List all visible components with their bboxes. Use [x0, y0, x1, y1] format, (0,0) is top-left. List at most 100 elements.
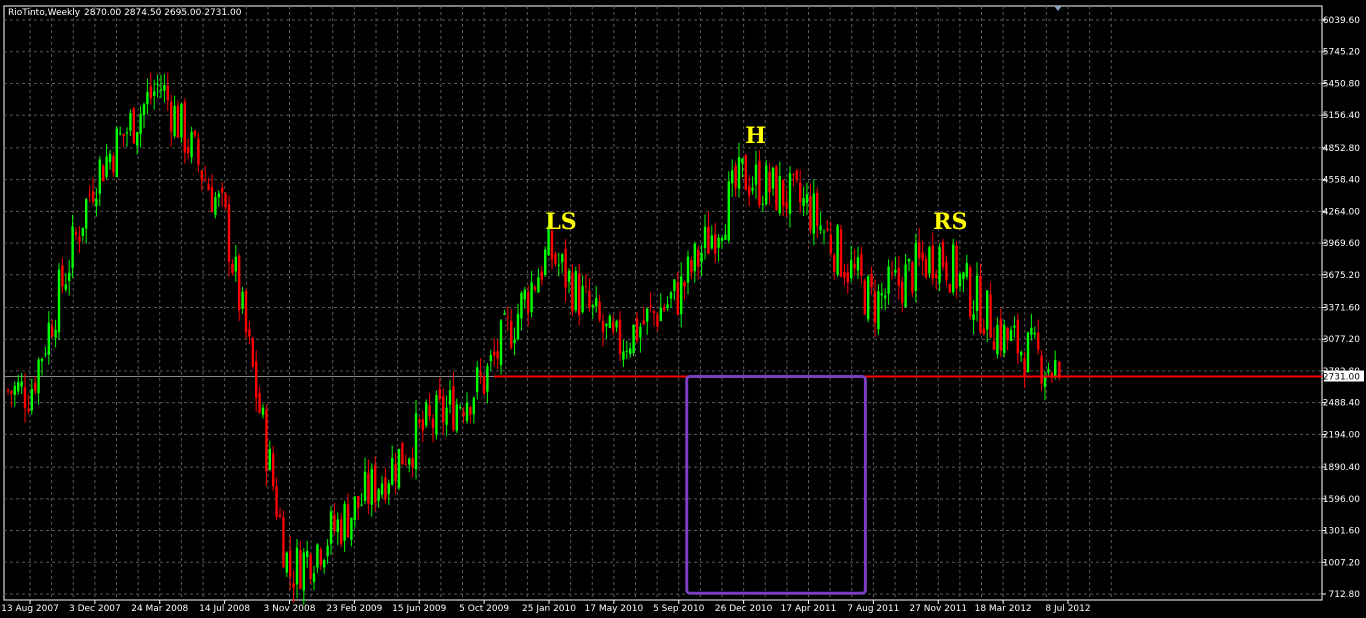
- candle-body: [870, 274, 873, 288]
- y-tick-label: 3077.20: [1323, 335, 1360, 345]
- y-tick-label: 5156.40: [1323, 111, 1360, 121]
- candle-body: [149, 86, 152, 99]
- candle-body: [856, 257, 860, 271]
- candle-body: [1054, 359, 1057, 376]
- candle-body: [159, 89, 163, 91]
- candle-body: [1023, 358, 1026, 377]
- candle-body: [554, 253, 557, 264]
- candle-body: [421, 419, 424, 431]
- candle-body: [445, 407, 448, 425]
- candle-body: [812, 193, 815, 234]
- candle-body: [74, 232, 78, 235]
- candle-body: [319, 549, 322, 566]
- y-tick-label: 3675.20: [1323, 271, 1360, 281]
- candle-body: [61, 265, 64, 287]
- candle-body: [846, 272, 849, 283]
- candle-body: [499, 320, 503, 365]
- candle-body: [241, 291, 244, 309]
- candle-body: [958, 273, 962, 287]
- candle-body: [669, 292, 673, 299]
- candle-body: [748, 186, 751, 196]
- candle-body: [57, 269, 61, 333]
- candle-body: [482, 375, 486, 394]
- x-tick-label: 3 Dec 2007: [69, 604, 121, 614]
- candle-body: [221, 187, 224, 193]
- candle-body: [44, 353, 47, 355]
- candle-body: [907, 258, 911, 262]
- candle-body: [843, 271, 846, 279]
- candle-body: [863, 280, 866, 315]
- left-shoulder-label: LS: [545, 209, 576, 235]
- candle-body: [81, 227, 84, 236]
- candle-body: [533, 287, 537, 290]
- candle-body: [343, 503, 346, 541]
- candle-body: [567, 270, 571, 282]
- candle-body: [979, 276, 982, 333]
- candle-body: [346, 504, 350, 537]
- candle-body: [51, 326, 54, 337]
- candle-body: [183, 101, 186, 153]
- candle-body: [496, 350, 499, 359]
- candle-body: [924, 258, 928, 278]
- candle-body: [333, 514, 336, 531]
- candle-body: [761, 203, 764, 205]
- candle-body: [918, 242, 921, 259]
- candle-body: [207, 183, 210, 191]
- candle-body: [1020, 351, 1023, 356]
- candle-body: [302, 552, 305, 591]
- candle-body: [391, 457, 394, 485]
- candle-body: [442, 396, 445, 423]
- candle-body: [822, 231, 826, 233]
- candle-body: [224, 193, 227, 208]
- x-tick-label: 7 Aug 2011: [847, 604, 899, 614]
- candle-body: [119, 132, 122, 134]
- candle-body: [992, 340, 996, 350]
- candle-body: [98, 159, 101, 194]
- candle-body: [663, 307, 666, 311]
- price-chart[interactable]: LS H RS 6039.60 5745.20 5450.80 5156.40 4852…: [0, 0, 1366, 618]
- candle-body: [248, 329, 251, 337]
- candle-body: [962, 272, 965, 280]
- candle-body: [40, 358, 44, 362]
- candle-body: [408, 458, 411, 465]
- candle-body: [516, 313, 520, 340]
- candle-body: [217, 193, 220, 198]
- candle-body: [571, 272, 574, 312]
- candle-body: [608, 315, 611, 328]
- candle-body: [649, 305, 652, 308]
- candle-body: [10, 391, 13, 394]
- candle-body: [156, 84, 159, 86]
- candle-body: [809, 195, 812, 230]
- candle-body: [336, 519, 339, 532]
- candle-body: [1037, 332, 1040, 350]
- y-tick-label: 3969.60: [1323, 239, 1360, 249]
- x-tick-label: 18 Mar 2012: [975, 604, 1032, 614]
- candle-body: [306, 551, 309, 558]
- candle-body: [635, 318, 639, 341]
- candle-body: [975, 275, 979, 311]
- y-tick-label: 1596.00: [1323, 495, 1360, 505]
- candle-body: [404, 463, 407, 465]
- candle-body: [105, 156, 108, 177]
- candle-body: [989, 294, 992, 338]
- y-tick-label: 5745.20: [1323, 48, 1360, 58]
- candle-body: [686, 256, 690, 283]
- candle-body: [465, 402, 469, 421]
- candle-body: [30, 389, 33, 411]
- candle-body: [231, 263, 234, 273]
- candle-body: [584, 286, 588, 288]
- candle-body: [234, 256, 237, 272]
- candle-body: [197, 138, 200, 165]
- candle-body: [680, 276, 683, 315]
- candle-body: [27, 408, 30, 412]
- candle-body: [360, 504, 363, 506]
- candle-body: [982, 328, 985, 335]
- candle-body: [272, 453, 275, 487]
- candle-body: [1047, 369, 1050, 373]
- y-tick-label: 6039.60: [1323, 16, 1360, 26]
- candle-body: [996, 324, 999, 355]
- candle-body: [826, 228, 829, 231]
- candle-body: [690, 260, 693, 273]
- candle-body: [931, 245, 934, 279]
- candle-body: [792, 173, 795, 175]
